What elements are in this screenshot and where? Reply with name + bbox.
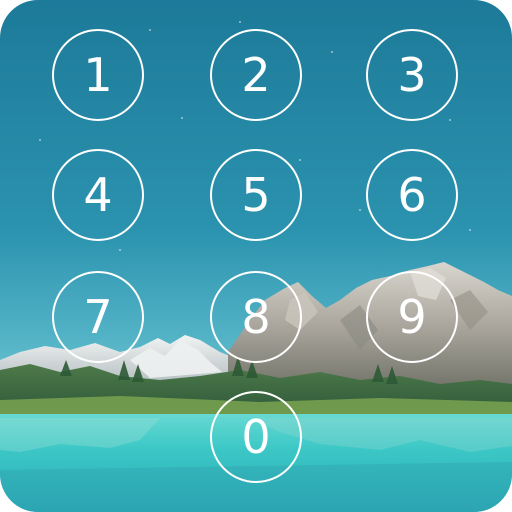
key-label: 1 [83,48,113,102]
key-5-button[interactable]: 5 [210,149,302,241]
key-4-button[interactable]: 4 [52,149,144,241]
key-9-button[interactable]: 9 [366,271,458,363]
key-8-button[interactable]: 8 [210,271,302,363]
key-7-button[interactable]: 7 [52,271,144,363]
key-0-button[interactable]: 0 [210,391,302,483]
key-label: 8 [241,290,271,344]
app-icon: 1 2 3 4 5 6 7 8 9 0 [0,0,512,512]
key-label: 2 [241,48,271,102]
key-label: 6 [397,168,427,222]
key-label: 0 [241,410,271,464]
key-1-button[interactable]: 1 [52,29,144,121]
key-3-button[interactable]: 3 [366,29,458,121]
key-label: 5 [241,168,271,222]
key-label: 9 [397,290,427,344]
key-label: 4 [83,168,113,222]
key-6-button[interactable]: 6 [366,149,458,241]
passcode-keypad: 1 2 3 4 5 6 7 8 9 0 [0,0,512,512]
key-label: 3 [397,48,427,102]
key-2-button[interactable]: 2 [210,29,302,121]
key-label: 7 [83,290,113,344]
